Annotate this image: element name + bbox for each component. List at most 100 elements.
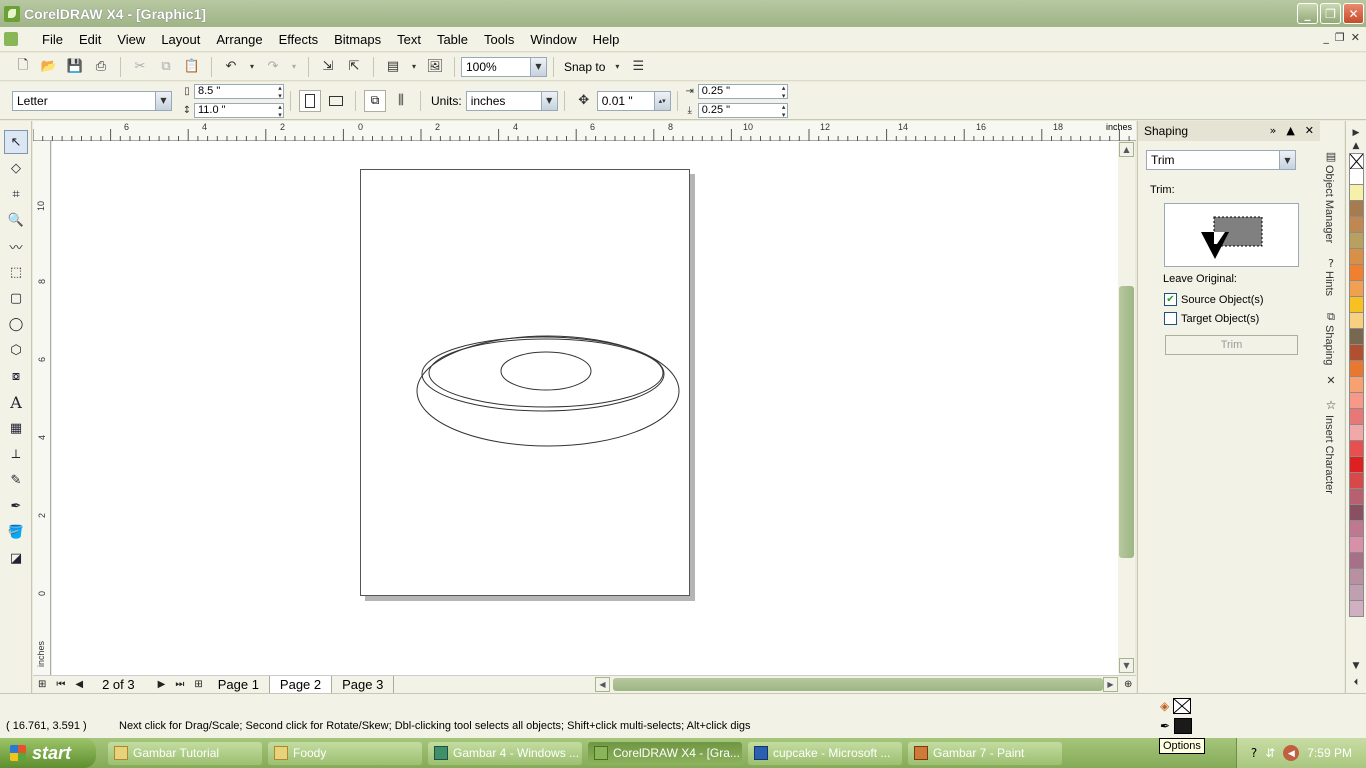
source-objects-checkbox[interactable]: ✔	[1164, 293, 1177, 306]
text-tool-icon[interactable]: A	[4, 390, 28, 414]
scroll-left-icon[interactable]: ◀	[595, 677, 610, 692]
welcome-screen-icon[interactable]: 🖼	[426, 58, 444, 76]
duplicate-y-field[interactable]: 0.25 "	[697, 102, 788, 119]
start-button[interactable]: start	[0, 738, 96, 768]
close-tab-icon[interactable]: ✕	[1322, 371, 1340, 389]
freehand-tool-icon[interactable]: 〰	[4, 234, 28, 258]
palette-scroll-up-icon[interactable]: ▲	[1348, 139, 1364, 153]
minimize-button[interactable]: _	[1297, 3, 1318, 24]
print-icon[interactable]: ⎙	[92, 58, 110, 76]
application-launcher-icon[interactable]: ▤	[384, 58, 402, 76]
docker-expand-icon[interactable]: »	[1270, 124, 1277, 137]
palette-expand-icon[interactable]: ⏴	[1348, 676, 1364, 690]
taskbar-item-gambar-4[interactable]: Gambar 4 - Windows ...	[428, 741, 582, 765]
paper-height-field[interactable]: 11.0 "	[194, 102, 284, 119]
shaping-operation-combo[interactable]: Trim ▼	[1146, 150, 1296, 170]
color-swatch[interactable]	[1349, 585, 1364, 601]
color-swatch[interactable]	[1349, 249, 1364, 265]
interactive-fill-tool-icon[interactable]: ◪	[4, 546, 28, 570]
menu-view[interactable]: View	[109, 32, 153, 47]
spin-icon[interactable]: ▴▾	[653, 91, 670, 110]
plate-center-ellipse[interactable]	[500, 351, 592, 391]
menu-table[interactable]: Table	[429, 32, 476, 47]
no-fill-swatch[interactable]	[1349, 153, 1364, 169]
chevron-down-icon[interactable]: ▼	[530, 57, 546, 76]
menu-edit[interactable]: Edit	[71, 32, 109, 47]
menu-file[interactable]: File	[34, 32, 71, 47]
undo-icon[interactable]: ↶	[222, 58, 240, 76]
horizontal-ruler[interactable]: 6 4 2 0 2 4 6 8 10 12 14 16 18 inches	[33, 121, 1136, 141]
color-swatch[interactable]	[1349, 361, 1364, 377]
new-document-icon[interactable]: 🗋	[14, 58, 32, 76]
snap-to-button[interactable]: Snap to	[564, 60, 605, 74]
landscape-icon[interactable]	[327, 92, 345, 110]
units-combo[interactable]: inches ▼	[465, 90, 558, 111]
color-swatch[interactable]	[1349, 393, 1364, 409]
scroll-right-icon[interactable]: ▶	[1103, 677, 1118, 692]
color-swatch[interactable]	[1349, 521, 1364, 537]
chevron-down-icon[interactable]: ▼	[540, 91, 557, 110]
doc-restore-icon[interactable]: ❐	[1335, 31, 1345, 44]
color-swatch[interactable]	[1349, 313, 1364, 329]
basic-shapes-tool-icon[interactable]: ⧇	[4, 364, 28, 388]
vertical-scroll-thumb[interactable]	[1119, 286, 1134, 558]
copy-icon[interactable]: ⧉	[157, 58, 175, 76]
portrait-button[interactable]	[299, 89, 321, 112]
color-swatch[interactable]	[1349, 537, 1364, 553]
outline-tool-icon[interactable]: ✒	[4, 494, 28, 518]
maximize-button[interactable]: ❐	[1320, 3, 1341, 24]
current-page-icon[interactable]: ⫼	[392, 92, 410, 110]
rectangle-tool-icon[interactable]: ▢	[4, 286, 28, 310]
previous-page-icon[interactable]: ◀	[75, 679, 83, 690]
tab-insert-character[interactable]: Insert Character	[1323, 415, 1335, 494]
tab-shaping[interactable]: Shaping	[1323, 325, 1335, 365]
menu-layout[interactable]: Layout	[153, 32, 208, 47]
menu-arrange[interactable]: Arrange	[208, 32, 270, 47]
launcher-dropdown-icon[interactable]: ▾	[410, 58, 418, 76]
drawing-page[interactable]	[360, 169, 690, 596]
vertical-scrollbar[interactable]: ▲ ▼	[1118, 141, 1135, 675]
taskbar-item-paint[interactable]: Gambar 7 - Paint	[908, 741, 1062, 765]
menu-window[interactable]: Window	[522, 32, 584, 47]
taskbar-item-gambar-tutorial[interactable]: Gambar Tutorial	[108, 741, 262, 765]
ellipse-tool-icon[interactable]: ◯	[4, 312, 28, 336]
undo-dropdown-icon[interactable]: ▾	[248, 58, 256, 76]
coreldraw-app-icon[interactable]	[4, 5, 20, 22]
color-swatch[interactable]	[1349, 569, 1364, 585]
smart-fill-tool-icon[interactable]: ⬚	[4, 260, 28, 284]
color-swatch[interactable]	[1349, 281, 1364, 297]
save-icon[interactable]: 💾	[66, 58, 84, 76]
snap-dropdown-icon[interactable]: ▾	[613, 58, 621, 76]
target-objects-option[interactable]: Target Object(s)	[1164, 312, 1259, 325]
all-pages-button[interactable]: ⧉	[364, 89, 386, 112]
tray-expand-icon[interactable]: ◀	[1283, 745, 1300, 761]
add-page-after-icon[interactable]: ⊞	[194, 679, 202, 690]
redo-dropdown-icon[interactable]: ▾	[290, 58, 298, 76]
redo-icon[interactable]: ↷	[264, 58, 282, 76]
open-icon[interactable]: 📂	[40, 58, 58, 76]
zoom-navigator-icon[interactable]: ⊕	[1124, 679, 1132, 690]
palette-scroll-down-icon[interactable]: ▼	[1348, 659, 1364, 673]
target-objects-checkbox[interactable]	[1164, 312, 1177, 325]
paste-icon[interactable]: 📋	[183, 58, 201, 76]
color-swatch[interactable]	[1349, 297, 1364, 313]
tab-object-manager[interactable]: Object Manager	[1323, 165, 1335, 243]
docker-close-icon[interactable]: ✕	[1305, 124, 1314, 137]
page-tab-1[interactable]: Page 1	[208, 675, 270, 694]
apply-trim-button[interactable]: Trim	[1165, 335, 1298, 355]
plate-rim-inner-ellipse[interactable]	[428, 338, 664, 408]
color-swatch[interactable]	[1349, 553, 1364, 569]
color-swatch[interactable]	[1349, 217, 1364, 233]
outline-color-indicator[interactable]	[1174, 718, 1193, 734]
color-swatch[interactable]	[1349, 201, 1364, 217]
page-tab-3[interactable]: Page 3	[332, 675, 395, 694]
menu-effects[interactable]: Effects	[271, 32, 327, 47]
nudge-offset-field[interactable]: 0.01 " ▴▾	[596, 90, 671, 111]
color-swatch[interactable]	[1349, 233, 1364, 249]
taskbar-item-foody[interactable]: Foody	[268, 741, 422, 765]
tab-hints[interactable]: Hints	[1323, 271, 1335, 296]
next-page-icon[interactable]: ▶	[158, 679, 166, 690]
doc-minimize-icon[interactable]: _	[1323, 31, 1329, 44]
color-swatch[interactable]	[1349, 409, 1364, 425]
color-swatch[interactable]	[1349, 601, 1364, 617]
